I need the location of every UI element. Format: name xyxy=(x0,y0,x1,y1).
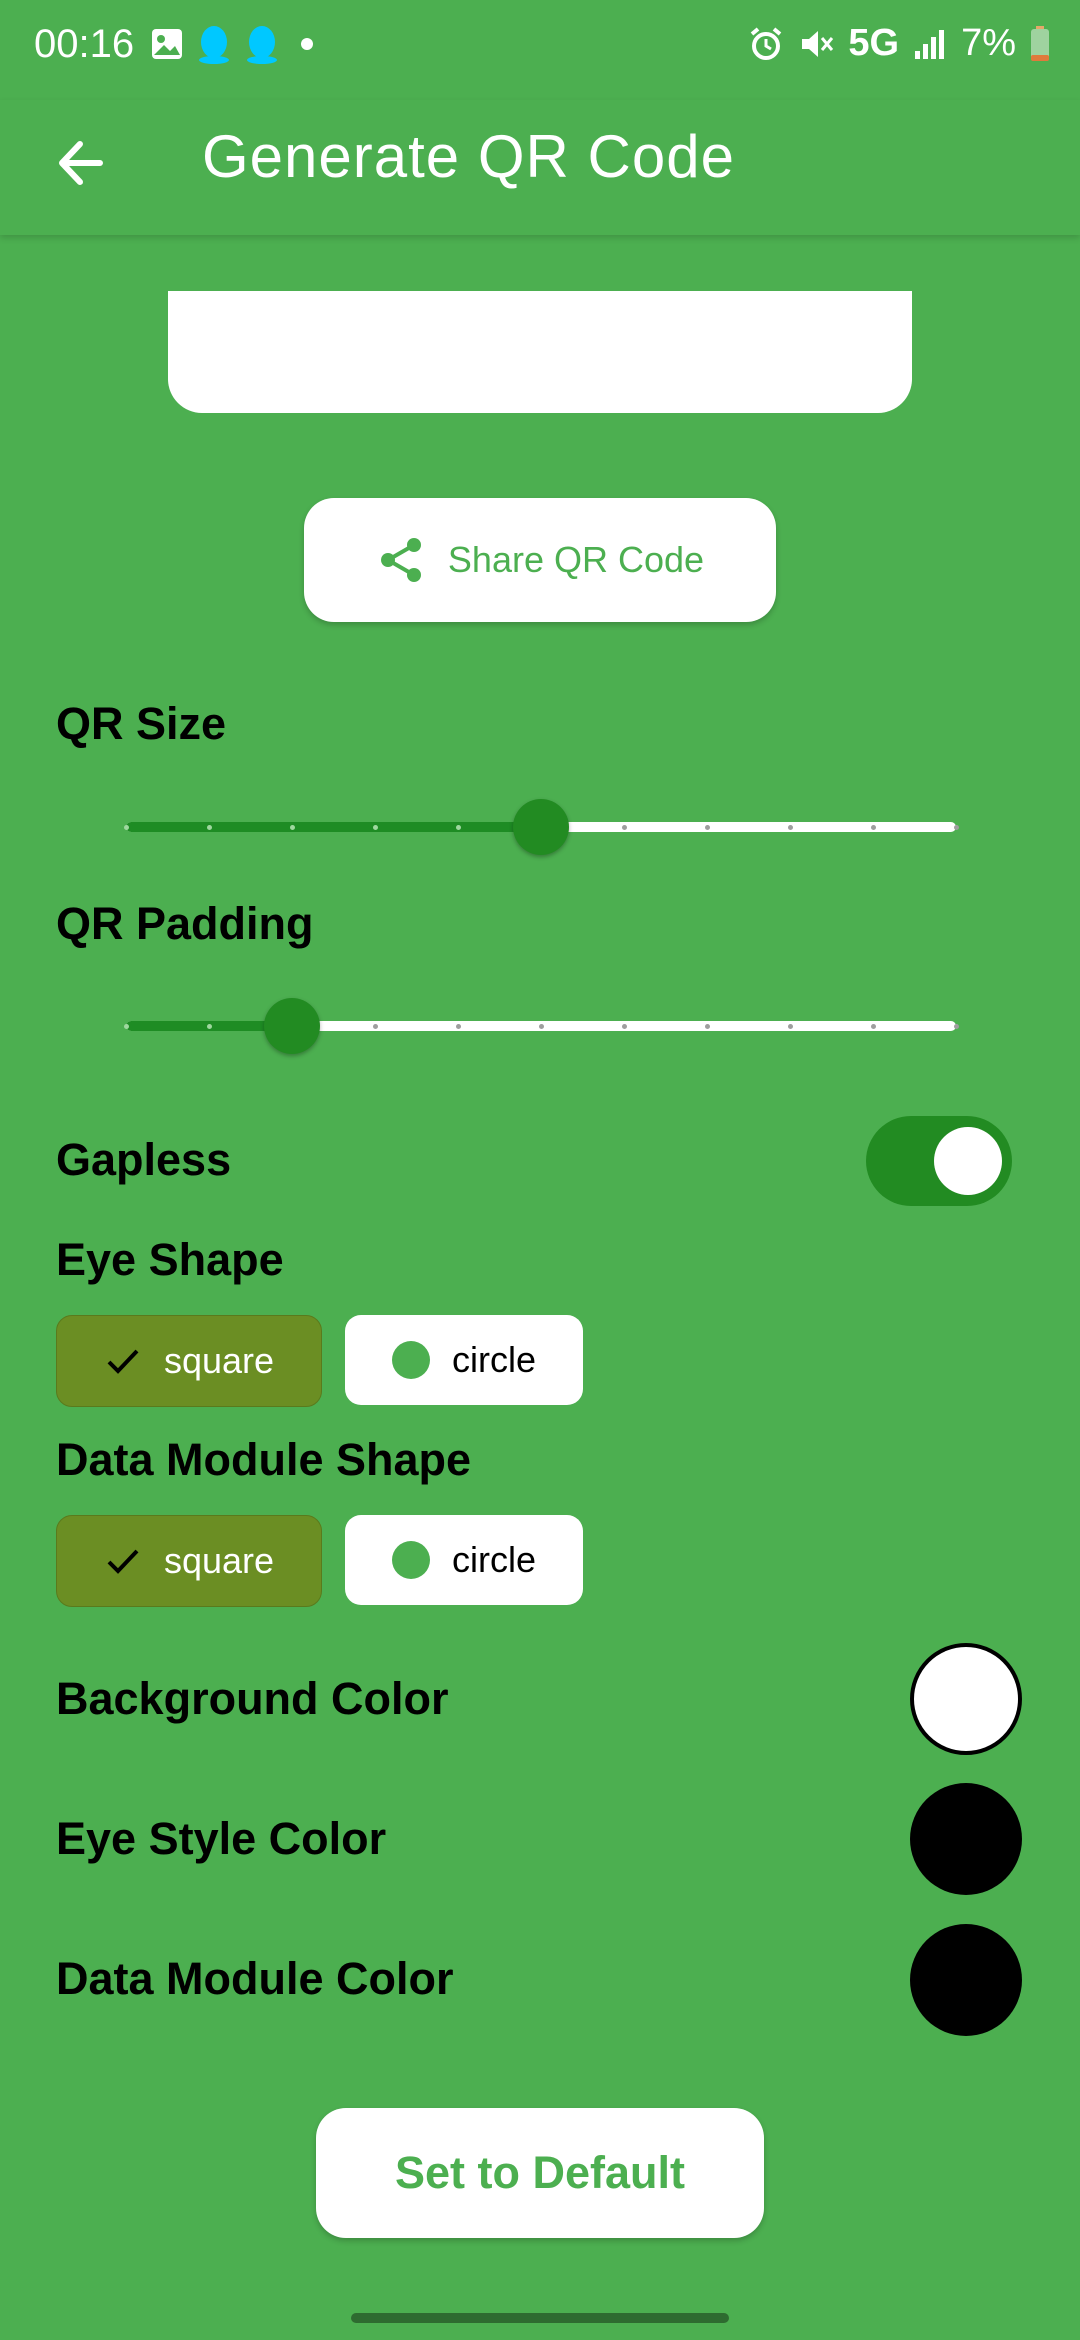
slider-tick xyxy=(455,825,461,830)
gapless-label: Gapless xyxy=(56,1134,232,1185)
qr-padding-slider[interactable] xyxy=(123,998,959,1054)
eye-style-color-label: Eye Style Color xyxy=(56,1813,387,1864)
qr-size-slider[interactable] xyxy=(123,799,959,855)
slider-thumb[interactable] xyxy=(264,998,320,1054)
slider-tick xyxy=(870,1024,876,1029)
eye-shape-circle-chip[interactable]: circle xyxy=(345,1315,583,1405)
system-icons: 5G 7% xyxy=(748,22,1050,65)
eye-style-color-swatch[interactable] xyxy=(910,1783,1022,1895)
slider-tick xyxy=(870,825,876,830)
status-bar: 00:16 5G 7% xyxy=(0,0,1080,100)
home-indicator xyxy=(351,2313,729,2323)
slider-tick xyxy=(289,825,295,830)
slider-tick xyxy=(538,1024,544,1029)
data-module-color-label: Data Module Color xyxy=(56,1953,454,2004)
slider-tick xyxy=(953,825,959,830)
slider-tick xyxy=(206,1024,212,1029)
slider-tick xyxy=(372,1024,378,1029)
image-icon xyxy=(152,29,182,59)
slider-tick xyxy=(621,825,627,830)
circle-icon xyxy=(391,1541,430,1579)
data-module-shape-label: Data Module Shape xyxy=(56,1434,472,1485)
qr-preview-card xyxy=(168,291,912,413)
slider-tick xyxy=(455,1024,461,1029)
qr-padding-label: QR Padding xyxy=(56,898,314,949)
qq-icon xyxy=(247,26,277,64)
signal-icon xyxy=(915,29,945,59)
slider-thumb[interactable] xyxy=(513,799,569,855)
check-icon xyxy=(107,1349,139,1374)
battery-icon xyxy=(1031,25,1049,61)
chip-label: circle xyxy=(451,1539,536,1580)
arrow-back-icon[interactable] xyxy=(48,128,118,198)
slider-tick xyxy=(123,1024,129,1029)
data-module-color-swatch[interactable] xyxy=(910,1924,1022,2036)
toggle-knob xyxy=(934,1127,1002,1195)
notification-icons xyxy=(150,24,322,64)
slider-tick xyxy=(206,825,212,830)
mute-icon xyxy=(802,30,834,57)
data-module-circle-chip[interactable]: circle xyxy=(345,1515,583,1605)
slider-tick xyxy=(953,1024,959,1029)
slider-tick xyxy=(704,1024,710,1029)
chip-label: square xyxy=(163,1340,275,1381)
set-default-label: Set to Default xyxy=(394,2147,686,2198)
slider-tick xyxy=(787,825,793,830)
eye-shape-label: Eye Shape xyxy=(56,1234,284,1285)
alarm-icon xyxy=(751,26,782,60)
chip-label: square xyxy=(163,1540,275,1581)
slider-tick xyxy=(621,1024,627,1029)
page-title: Generate QR Code xyxy=(202,123,735,190)
set-default-button[interactable]: Set to Default xyxy=(316,2108,764,2238)
battery-percent: 7% xyxy=(961,22,1016,64)
share-qr-label: Share QR Code xyxy=(447,539,705,580)
background-color-label: Background Color xyxy=(56,1673,449,1724)
qq-icon xyxy=(199,26,229,64)
slider-tick xyxy=(787,1024,793,1029)
eye-shape-square-chip[interactable]: square xyxy=(56,1315,322,1407)
slider-tick xyxy=(704,825,710,830)
status-time: 00:16 xyxy=(34,22,135,66)
chip-label: circle xyxy=(451,1339,536,1380)
check-icon xyxy=(107,1549,139,1574)
slider-active-track xyxy=(126,822,541,832)
dot-icon xyxy=(301,38,313,50)
slider-tick xyxy=(123,825,129,830)
circle-icon xyxy=(391,1341,430,1379)
background-color-swatch[interactable] xyxy=(910,1643,1022,1755)
gapless-toggle[interactable] xyxy=(866,1116,1012,1206)
share-qr-button[interactable]: Share QR Code xyxy=(304,498,776,622)
network-type: 5G xyxy=(848,22,900,64)
slider-tick xyxy=(372,825,378,830)
share-icon xyxy=(380,538,421,582)
qr-size-label: QR Size xyxy=(56,698,227,749)
app-bar: Generate QR Code xyxy=(0,100,1080,235)
data-module-square-chip[interactable]: square xyxy=(56,1515,322,1607)
